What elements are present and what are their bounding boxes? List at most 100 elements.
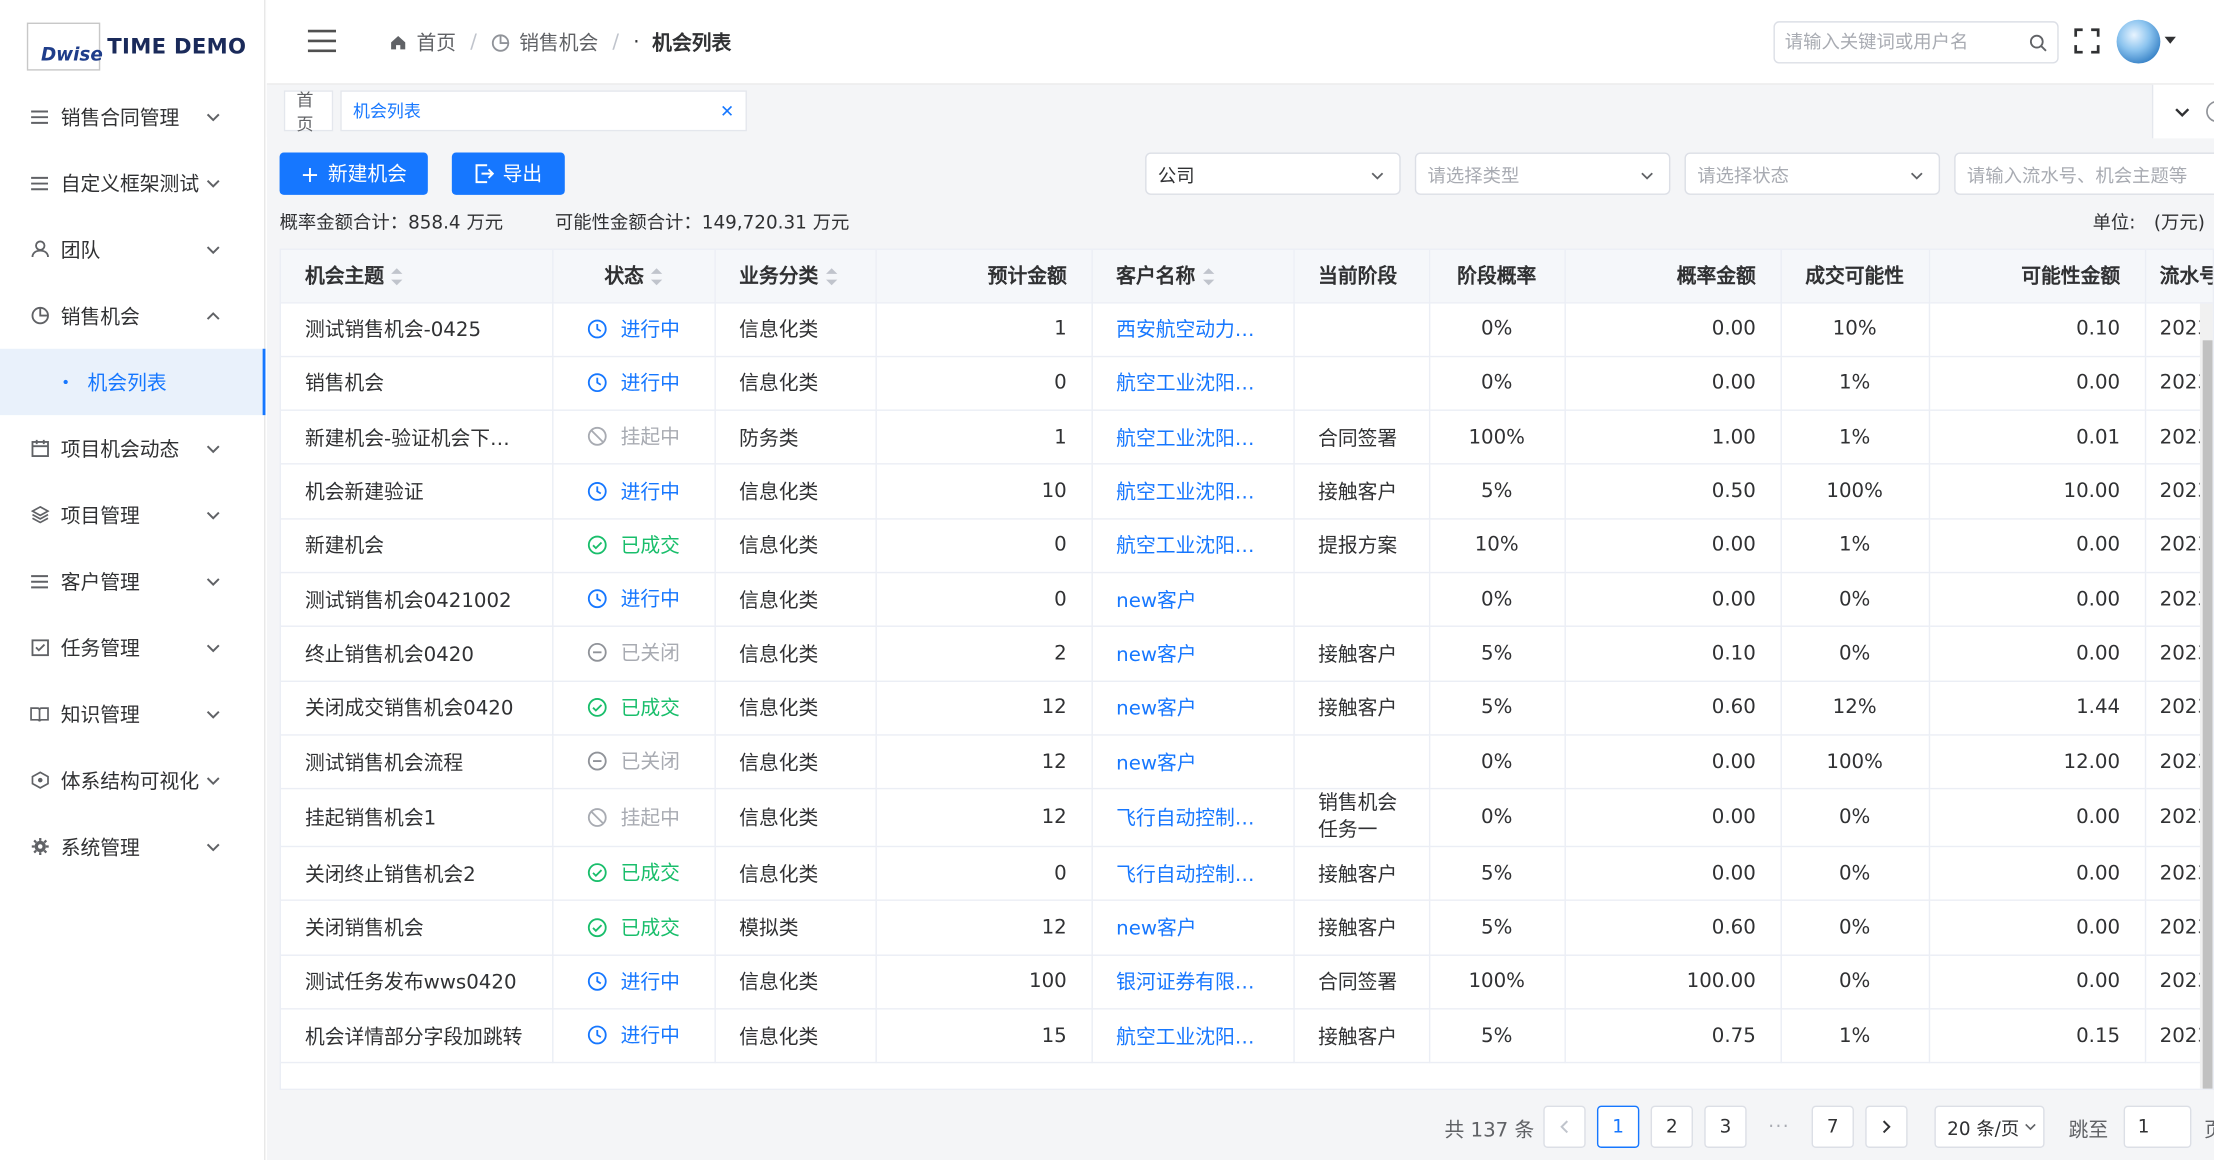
close-icon[interactable]: ✕ (720, 102, 734, 122)
sidebar-item-opportunity-list[interactable]: 机会列表 (0, 348, 266, 416)
cell-subject[interactable]: 测试任务发布wws0420 (280, 954, 553, 1010)
new-opportunity-button[interactable]: + 新建机会 (279, 152, 428, 195)
sidebar-item-custom-framework[interactable]: 自定义框架测试 (0, 150, 265, 216)
tab-home[interactable]: 首页 (283, 90, 334, 133)
table-row[interactable]: 关闭成交销售机会0420 已成交 信息化类 12 new客户 接触客户 5% 0.60 12% 1… (280, 680, 2213, 736)
sidebar-item-system-management[interactable]: 系统管理 (0, 813, 265, 879)
cell-subject[interactable]: 新建机会 (280, 518, 553, 574)
cell-subject[interactable]: 机会新建验证 (280, 464, 553, 520)
keyword-search-input[interactable]: 请输入流水号、机会主题等 (1954, 152, 2214, 195)
vertical-scrollbar[interactable] (2199, 303, 2213, 1089)
table-row[interactable]: 测试销售机会流程 已关闭 信息化类 12 new客户 0% 0.00 100% 12.00 202… (280, 734, 2213, 790)
cell-stage: 接触客户 (1293, 900, 1430, 956)
cell-customer-link[interactable]: 西安航空动力股份有限公司 (1091, 302, 1295, 357)
sidebar-item-team[interactable]: 团队 (0, 216, 265, 282)
search-input[interactable] (1774, 22, 2015, 63)
column-header-customer[interactable]: 客户名称 (1091, 249, 1295, 303)
column-header-category[interactable]: 业务分类 (714, 249, 877, 303)
column-header-subject[interactable]: 机会主题 (280, 249, 553, 303)
cell-possible-amount: 0.01 (1928, 410, 2146, 466)
cell-category: 信息化类 (714, 1008, 877, 1064)
page-size-select[interactable]: 20 条/页 (1934, 1105, 2045, 1148)
avatar[interactable] (2116, 19, 2161, 64)
export-button[interactable]: 导出 (451, 152, 565, 195)
sidebar-item-contracts[interactable]: 销售合同管理 (0, 83, 265, 149)
cell-subject[interactable]: 终止销售机会0420 (280, 626, 553, 682)
page-button-2[interactable]: 2 (1650, 1105, 1693, 1148)
page-button-1[interactable]: 1 (1596, 1105, 1640, 1148)
cell-customer-link[interactable]: new客户 (1091, 734, 1295, 790)
fullscreen-icon[interactable] (2074, 28, 2100, 54)
tabs-dropdown[interactable] (2151, 84, 2214, 139)
cell-subject[interactable]: 新建机会-验证机会下任务 (280, 410, 553, 466)
cell-customer-link[interactable]: new客户 (1091, 680, 1295, 736)
cell-probability-amount: 100.00 (1564, 954, 1782, 1010)
table-row[interactable]: 测试销售机会-0425 进行中 信息化类1西安航空动力股份有限公司 0%0.0010%… (280, 302, 2213, 357)
sidebar-item-sales-opportunity[interactable]: 销售机会 (0, 282, 265, 348)
cell-possible-amount: 0.00 (1928, 900, 2146, 956)
sidebar-item-architecture-visualization[interactable]: 体系结构可视化 (0, 747, 265, 813)
scrollbar-thumb[interactable] (2202, 340, 2213, 1089)
type-select[interactable]: 请选择类型 (1414, 152, 1671, 195)
breadcrumb-home[interactable]: 首页 (417, 28, 457, 56)
cell-customer-link[interactable]: 航空工业沈阳飞机设计研究所 (1091, 464, 1295, 520)
table-row[interactable]: 测试任务发布wws0420 进行中 信息化类 100 银河证券有限公司 合同签署 100% 1… (280, 954, 2213, 1010)
cell-customer-link[interactable]: new客户 (1091, 626, 1295, 682)
table-row[interactable]: 机会详情部分字段加跳转进行中信息化类15航空工业沈阳飞机设计研究所接触客户5%0… (280, 1008, 2213, 1064)
table-row[interactable]: 新建机会已成交信息化类0航空工业沈阳飞机设计研究所提报方案10%0.001%0.… (280, 518, 2213, 574)
cell-subject[interactable]: 测试销售机会0421002 (280, 572, 553, 628)
cell-customer-link[interactable]: 飞行自动控制研究所 (1091, 788, 1295, 848)
cell-subject[interactable]: 机会详情部分字段加跳转 (280, 1008, 553, 1064)
sidebar-item-knowledge[interactable]: 知识管理 (0, 681, 265, 747)
prev-page-button[interactable] (1543, 1105, 1586, 1148)
sidebar-item-customer-management[interactable]: 客户管理 (0, 548, 265, 614)
search-icon[interactable] (2029, 34, 2047, 52)
cell-subject[interactable]: 挂起销售机会1 (280, 788, 553, 848)
chevron-down-icon (206, 180, 220, 188)
cell-subject[interactable]: 销售机会 (280, 356, 553, 412)
cell-subject[interactable]: 测试销售机会流程 (280, 734, 553, 790)
page-button-3[interactable]: 3 (1704, 1105, 1747, 1148)
cell-subject[interactable]: 测试销售机会-0425 (280, 302, 553, 357)
hamburger-menu-icon[interactable] (307, 28, 337, 53)
cell-customer-link[interactable]: new客户 (1091, 572, 1295, 628)
company-select[interactable]: 公司 (1145, 152, 1401, 195)
sidebar-item-project-dynamics[interactable]: 项目机会动态 (0, 415, 265, 481)
status-select[interactable]: 请选择状态 (1684, 152, 1941, 195)
table-row[interactable]: 新建机会-验证机会下任务 挂起中 防务类1航空工业沈阳飞机设计研究所合同签署100%… (280, 410, 2213, 466)
breadcrumb-sales-opportunity[interactable]: 销售机会 (519, 28, 598, 56)
table-row[interactable]: 关闭销售机会 已成交 模拟类 12 new客户 接触客户 5% 0.60 0% 0.00 2023 (280, 900, 2213, 956)
table-row[interactable]: 机会新建验证进行中信息化类10航空工业沈阳飞机设计研究所接触客户5%0.5010… (280, 464, 2213, 520)
sort-icon[interactable] (1202, 268, 1214, 286)
table-row[interactable]: 测试销售机会0421002 进行中 信息化类 0 new客户 0% 0.00 0% 0.00 20… (280, 572, 2213, 628)
cell-customer-link[interactable]: 航空工业沈阳飞机设计研究所 (1091, 518, 1295, 574)
next-page-button[interactable] (1865, 1105, 1908, 1148)
page-ellipsis[interactable]: ··· (1758, 1106, 1800, 1148)
table-row[interactable]: 挂起销售机会1 挂起中 信息化类 12 飞行自动控制研究所 销售机会任务一 0% 0.00 0%… (280, 788, 2213, 848)
table-row[interactable]: 终止销售机会0420 已关闭 信息化类 2 new客户 接触客户 5% 0.10 0% 0.00 2… (280, 626, 2213, 682)
cell-probability-amount: 0.00 (1564, 734, 1782, 790)
table-row[interactable]: 销售机会进行中信息化类0航空工业沈阳飞机设计研究所0%0.001%0.00202… (280, 356, 2213, 412)
jump-page-input[interactable]: 1 (2123, 1105, 2192, 1148)
sidebar-item-task-management[interactable]: 任务管理 (0, 614, 265, 680)
column-header-status[interactable]: 状态 (552, 249, 716, 303)
tab-opportunity-list[interactable]: 机会列表 ✕ (340, 90, 747, 132)
sort-icon[interactable] (825, 268, 837, 286)
table-row[interactable]: 关闭终止销售机会2 已成交 信息化类 0 飞行自动控制研究所 接触客户 5% 0.00 0% 0.… (280, 846, 2213, 902)
cell-subject[interactable]: 关闭成交销售机会0420 (280, 680, 553, 736)
cell-subject[interactable]: 关闭销售机会 (280, 900, 553, 956)
cell-subject[interactable]: 关闭终止销售机会2 (280, 846, 553, 902)
cell-customer-link[interactable]: 航空工业沈阳飞机设计研究所 (1091, 1008, 1295, 1064)
sort-icon[interactable] (650, 268, 663, 286)
logo[interactable]: Dwise TIME DEMO (26, 22, 246, 71)
sort-icon[interactable] (391, 268, 403, 286)
cell-stage-probability: 10% (1428, 518, 1566, 574)
cell-customer-link[interactable]: 银河证券有限公司 (1091, 954, 1295, 1010)
cell-customer-link[interactable]: 航空工业沈阳飞机设计研究所 (1091, 356, 1295, 412)
cell-customer-link[interactable]: 航空工业沈阳飞机设计研究所 (1091, 410, 1295, 466)
page-button-7[interactable]: 7 (1811, 1105, 1854, 1148)
cell-customer-link[interactable]: 飞行自动控制研究所 (1091, 846, 1295, 902)
caret-down-icon[interactable] (2164, 36, 2176, 44)
sidebar-item-project-management[interactable]: 项目管理 (0, 481, 265, 547)
cell-customer-link[interactable]: new客户 (1091, 900, 1295, 956)
